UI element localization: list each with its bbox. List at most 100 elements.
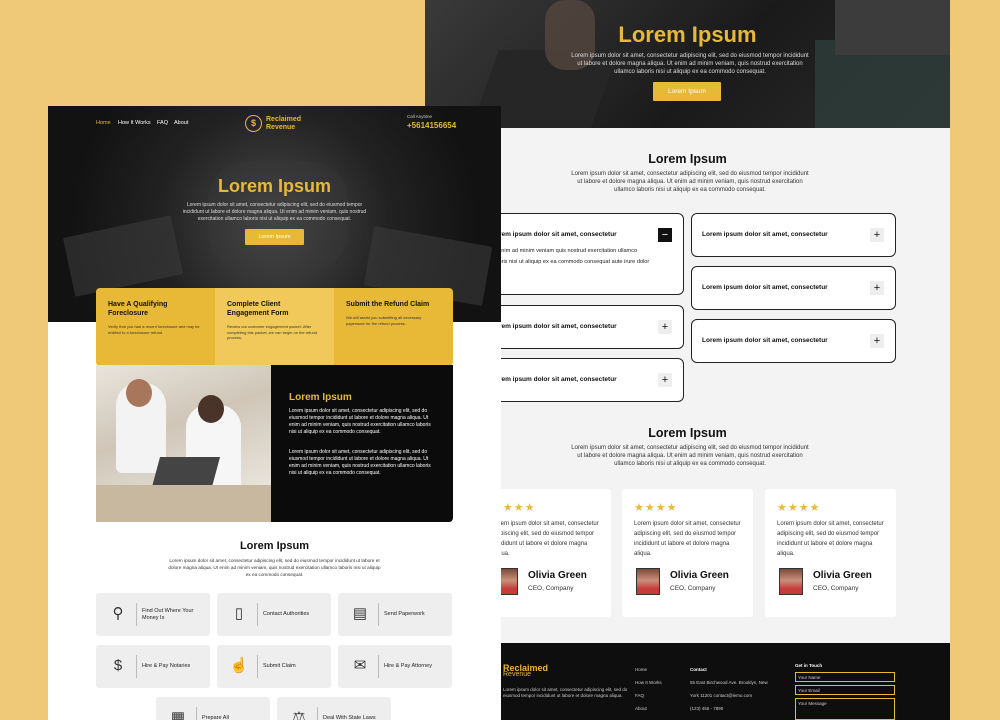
avatar (636, 568, 660, 595)
team-meeting-photo (96, 365, 271, 522)
service-card[interactable]: ▦ Prepare All (156, 697, 270, 720)
about-title: Lorem Ipsum (289, 392, 352, 403)
table-decoration (96, 485, 271, 522)
service-card[interactable]: ⚲ Find Out Where Your Money Is (96, 593, 210, 636)
service-card[interactable]: ▯ Contact Authorities (217, 593, 331, 636)
collapse-icon[interactable]: − (658, 228, 672, 242)
testimonial-name: Olivia Green (670, 570, 729, 581)
papers-icon: ▦ (170, 709, 186, 720)
footer-link-home[interactable]: Home (635, 667, 647, 672)
expand-icon[interactable]: + (658, 320, 672, 334)
testimonial-text: Lorem ipsum dolor sit amet, consectetur … (492, 521, 599, 557)
call-label: Call Anytime (407, 114, 433, 119)
faq-question: Lorem ipsum dolor sit amet, consectetur (491, 231, 617, 238)
call-number[interactable]: +5614156654 (407, 121, 456, 130)
laptop-decoration (151, 457, 221, 487)
service-label: Hire & Pay Notaries (142, 663, 191, 669)
faq-item-open[interactable]: Lorem ipsum dolor sit amet, consectetur … (480, 213, 684, 295)
footer-text: Lorem ipsum dolor sit amet, consectetur … (503, 687, 628, 698)
head-decoration (126, 379, 152, 407)
money-decoration (62, 215, 184, 297)
expand-icon[interactable]: + (870, 281, 884, 295)
faq-intro-text: Lorem ipsum dolor sit amet, consectetur … (571, 171, 809, 193)
nav-home[interactable]: Home (96, 120, 111, 126)
faq-item[interactable]: Lorem ipsum dolor sit amet, consectetur … (480, 358, 684, 402)
step-text: Verify that you had a recent foreclosure… (108, 324, 200, 335)
footer-link-how[interactable]: How It Works (635, 680, 662, 685)
service-card[interactable]: ✉ Hire & Pay Attorney (338, 645, 452, 688)
services-title: Lorem Ipsum (239, 540, 310, 552)
service-card[interactable]: $ Hire & Pay Notaries (96, 645, 210, 688)
service-card[interactable]: ⚖ Deal With State Laws (277, 697, 391, 720)
testimonial-role: CEO, Company (528, 585, 574, 592)
testimonial-role: CEO, Company (813, 585, 859, 592)
document-icon: ▤ (352, 605, 368, 622)
step-text: We will assist you submitting all necess… (346, 315, 422, 326)
faq-question: Lorem ipsum dolor sit amet, consectetur (702, 284, 828, 291)
faq-question: Lorem ipsum dolor sit amet, consectetur (702, 231, 828, 238)
claim-hand-icon: ☝ (229, 657, 249, 674)
certificate-icon: ✉ (353, 657, 367, 674)
step-title: Have A Qualifying Foreclosure (108, 301, 168, 317)
footer-email-input[interactable]: Your Email (795, 685, 895, 695)
step-text: Review our customer engagement packet. A… (227, 324, 318, 340)
logo-coin-icon[interactable]: $ (245, 115, 262, 132)
magnifier-icon: ⚲ (112, 605, 124, 622)
footer-brand-sub: Revenue (503, 671, 532, 678)
head-decoration (198, 395, 224, 423)
nav-how-it-works[interactable]: How It Works (118, 120, 151, 126)
testimonials-title: Lorem Ipsum (648, 426, 727, 440)
phone-icon: ▯ (234, 605, 244, 622)
faq-question: Lorem ipsum dolor sit amet, consectetur (491, 323, 617, 330)
logo[interactable]: Reclaimed Revenue (266, 116, 326, 132)
footer-name-input[interactable]: Your Name (795, 672, 895, 682)
testimonial-card: ★★★★ Lorem ipsum dolor sit amet, consect… (765, 489, 896, 617)
expand-icon[interactable]: + (658, 373, 672, 387)
service-card[interactable]: ▤ Send Paperwork (338, 593, 452, 636)
faq-title: Lorem Ipsum (648, 152, 727, 166)
rating-stars-icon: ★★★★ (634, 502, 678, 514)
back-hero-button[interactable]: Lorem Ipsum (653, 82, 721, 101)
about-paragraph: Lorem ipsum dolor sit amet, consectetur … (289, 449, 431, 476)
faq-item[interactable]: Lorem ipsum dolor sit amet, consectetur … (480, 305, 684, 349)
logo-line-1: Reclaimed (266, 116, 302, 123)
back-hero-title: Lorem Ipsum (618, 22, 757, 47)
front-hero-text: Lorem ipsum dolor sit amet, consectetur … (182, 202, 367, 222)
testimonials-intro-text: Lorem ipsum dolor sit amet, consectetur … (571, 445, 809, 467)
step-card: Submit the Refund Claim We will assist y… (334, 288, 453, 366)
faq-item[interactable]: Lorem ipsum dolor sit amet, consectetur … (691, 213, 896, 257)
service-label: Deal With State Laws (323, 715, 376, 720)
expand-icon[interactable]: + (870, 334, 884, 348)
footer: Reclaimed Revenue Lorem ipsum dolor sit … (425, 643, 950, 720)
testimonial-text: Lorem ipsum dolor sit amet, consectetur … (634, 521, 741, 557)
about-paragraph: Lorem ipsum dolor sit amet, consectetur … (289, 408, 431, 435)
testimonial-card: ★★★★ Lorem ipsum dolor sit amet, consect… (622, 489, 753, 617)
back-hero-text: Lorem ipsum dolor sit amet, consectetur … (571, 53, 809, 75)
service-label: Contact Authorities (263, 611, 310, 617)
step-title: Complete Client Engagement Form (227, 301, 289, 317)
nav-about[interactable]: About (174, 120, 188, 126)
testimonial-role: CEO, Company (670, 585, 716, 592)
step-card: Complete Client Engagement Form Review o… (215, 288, 334, 366)
testimonial-name: Olivia Green (813, 570, 872, 581)
service-label: Prepare All (202, 715, 229, 720)
steps-strip: Have A Qualifying Foreclosure Verify tha… (96, 288, 453, 366)
front-hero-button[interactable]: Lorem Ipsum (245, 229, 304, 245)
faq-answer: Ut enim ad minim veniam quis nostrud exe… (491, 248, 650, 265)
faq-question: Lorem ipsum dolor sit amet, consectetur (702, 337, 828, 344)
nav-faq[interactable]: FAQ (157, 120, 168, 126)
faq-item[interactable]: Lorem ipsum dolor sit amet, consectetur … (691, 319, 896, 363)
faq-item[interactable]: Lorem ipsum dolor sit amet, consectetur … (691, 266, 896, 310)
services-intro-text: Lorem ipsum dolor sit amet, consectetur … (168, 558, 381, 577)
footer-message-input[interactable]: Your Message (795, 698, 895, 720)
back-hero: Lorem Ipsum Lorem ipsum dolor sit amet, … (425, 0, 950, 128)
step-title: Submit the Refund Claim (346, 301, 430, 308)
expand-icon[interactable]: + (870, 228, 884, 242)
logo-line-2: Revenue (266, 124, 296, 131)
service-card[interactable]: ☝ Submit Claim (217, 645, 331, 688)
get-in-touch-heading: Get in Touch (795, 663, 823, 668)
footer-address: 55 East Birchwood Ave. Brooklyn, New (690, 680, 768, 685)
footer-link-faq[interactable]: FAQ (635, 693, 644, 698)
footer-link-about[interactable]: About (635, 706, 647, 711)
scales-icon: ⚖ (292, 709, 306, 720)
